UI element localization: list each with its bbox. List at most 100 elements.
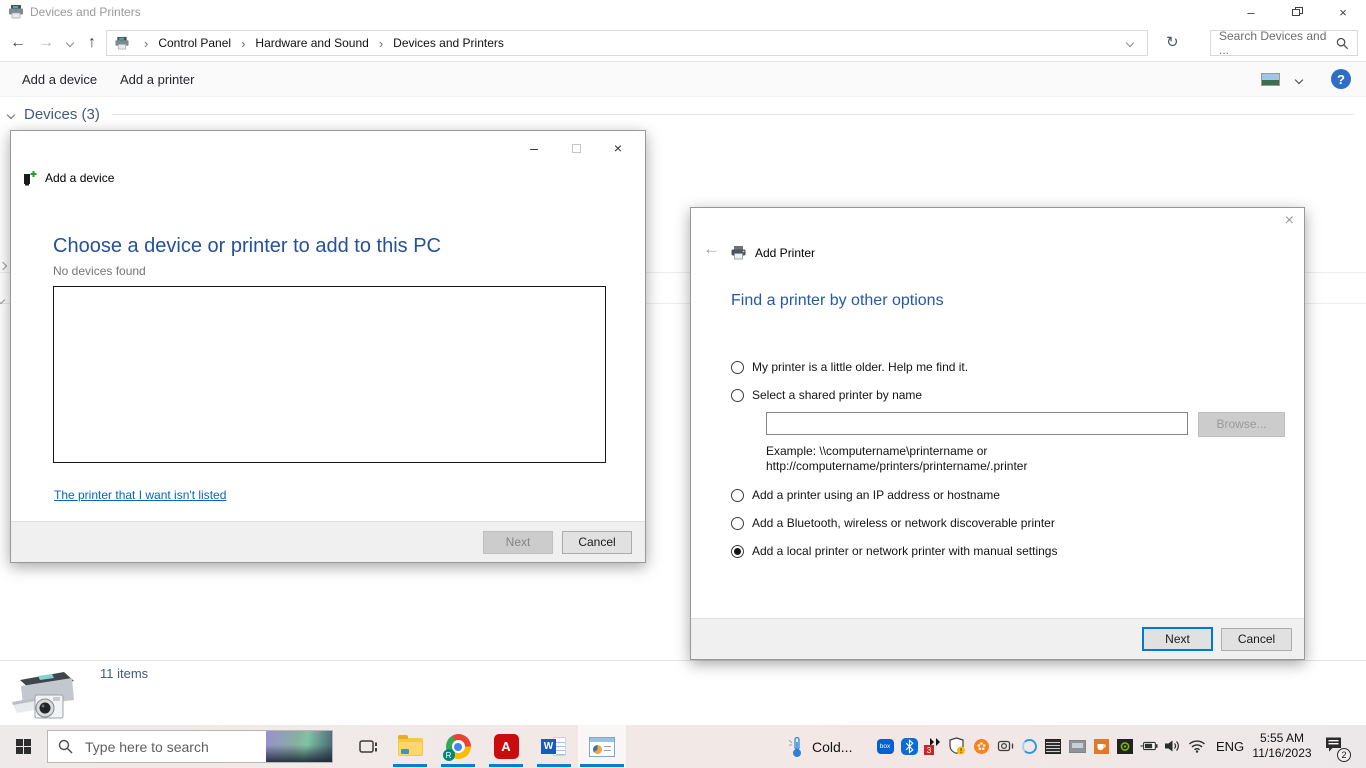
volume-tray-icon[interactable] xyxy=(1164,737,1182,755)
up-button[interactable]: ↑ xyxy=(80,31,104,55)
chrome-profile-badge: R xyxy=(442,749,455,761)
next-button[interactable]: Next xyxy=(1142,627,1213,651)
window-titlebar: Devices and Printers – × xyxy=(0,0,1366,24)
browse-button[interactable]: Browse... xyxy=(1198,412,1285,437)
close-icon: × xyxy=(1284,212,1294,229)
dialog-close-button[interactable]: × xyxy=(597,137,639,159)
radio-label: My printer is a little older. Help me fi… xyxy=(752,360,969,374)
taskbar-clock[interactable]: 5:55 AM 11/16/2023 xyxy=(1246,731,1318,761)
option-older-printer[interactable]: My printer is a little older. Help me fi… xyxy=(731,360,968,374)
option-bluetooth-wireless[interactable]: Add a Bluetooth, wireless or network dis… xyxy=(731,516,1055,530)
window-restore-button[interactable] xyxy=(1274,0,1320,24)
breadcrumb[interactable]: › Control Panel › Hardware and Sound › D… xyxy=(106,30,1148,56)
display-tray-icon[interactable] xyxy=(1068,737,1086,755)
shared-printer-name-input[interactable] xyxy=(766,412,1188,435)
search-icon xyxy=(1337,37,1349,49)
minimize-icon: – xyxy=(1247,4,1255,20)
clock-time: 5:55 AM xyxy=(1259,731,1305,745)
back-icon: ← xyxy=(10,34,26,51)
sync-swirl-tray-icon[interactable] xyxy=(1020,737,1038,755)
printer-icon xyxy=(731,246,746,260)
printer-not-listed-link[interactable]: The printer that I want isn't listed xyxy=(54,488,226,502)
search-placeholder: Search Devices and ... xyxy=(1219,29,1327,57)
radio-label: Add a local printer or network printer w… xyxy=(752,544,1058,558)
camera-app-tray-icon[interactable] xyxy=(996,737,1014,755)
taskbar-search-input[interactable]: Type here to search xyxy=(47,730,333,763)
refresh-button[interactable]: ↻ xyxy=(1166,33,1179,51)
taskbar-weather-widget[interactable]: Cold... xyxy=(788,725,852,768)
back-button[interactable]: ← xyxy=(703,239,720,259)
breadcrumb-item-control-panel[interactable]: Control Panel xyxy=(156,31,233,55)
radio-label: Add a Bluetooth, wireless or network dis… xyxy=(752,516,1055,530)
dialog-close-button[interactable]: × xyxy=(1285,212,1294,230)
bluetooth-tray-icon[interactable] xyxy=(900,737,918,755)
dialog-heading: Find a printer by other options xyxy=(731,292,944,309)
details-pane: 11 items xyxy=(0,660,1366,725)
back-icon: ← xyxy=(703,239,720,258)
view-dropdown-icon[interactable] xyxy=(1294,75,1304,85)
section-divider xyxy=(111,114,1354,115)
weather-thermometer-icon xyxy=(788,736,801,757)
taskbar-devices-and-printers-button[interactable] xyxy=(578,725,626,768)
forward-button[interactable]: → xyxy=(34,31,58,55)
recent-pages-button[interactable] xyxy=(58,31,82,55)
dialog-maximize-button[interactable] xyxy=(555,137,597,159)
language-indicator[interactable]: ENG xyxy=(1216,725,1244,768)
add-a-printer-command[interactable]: Add a printer xyxy=(120,62,194,97)
dialog-minimize-button[interactable]: – xyxy=(513,137,555,159)
forward-icon: → xyxy=(38,34,54,51)
taskbar-file-explorer-button[interactable] xyxy=(386,725,434,768)
dialog-title-row: Add a device xyxy=(22,170,114,186)
radio-icon[interactable] xyxy=(731,488,744,502)
radio-icon[interactable] xyxy=(731,388,744,402)
box-tray-icon[interactable]: box xyxy=(876,737,894,755)
dialog-title-row: Add Printer xyxy=(730,245,815,260)
help-button[interactable]: ? xyxy=(1331,69,1351,89)
back-button[interactable]: ← xyxy=(6,31,30,55)
dialog-footer: Next Cancel xyxy=(11,521,645,562)
start-button[interactable] xyxy=(0,725,46,768)
taskbar-acrobat-button[interactable]: A xyxy=(482,725,530,768)
items-count-label: 11 items xyxy=(100,666,149,681)
devices-section-header[interactable]: Devices (3) xyxy=(6,106,1354,123)
address-dropdown-icon[interactable] xyxy=(1125,38,1135,48)
breadcrumb-item-hardware-and-sound[interactable]: Hardware and Sound xyxy=(253,31,370,55)
view-options-icon[interactable] xyxy=(1261,73,1280,86)
cancel-button[interactable]: Cancel xyxy=(562,531,632,554)
java-tray-icon[interactable] xyxy=(1092,737,1110,755)
address-bar: ← → ↑ › Control Panel › Hardware and Sou… xyxy=(0,24,1366,62)
window-minimize-button[interactable]: – xyxy=(1228,0,1274,24)
add-a-device-command[interactable]: Add a device xyxy=(22,62,97,97)
close-icon: × xyxy=(1339,4,1347,20)
task-view-button[interactable] xyxy=(348,725,388,768)
close-icon: × xyxy=(613,140,623,156)
breadcrumb-separator-icon: › xyxy=(144,35,149,51)
defender-shield-tray-icon[interactable] xyxy=(948,737,966,755)
action-center-button[interactable]: 2 xyxy=(1324,736,1351,762)
radio-icon[interactable] xyxy=(731,360,744,374)
wifi-tray-icon[interactable] xyxy=(1188,737,1206,755)
radio-selected-icon[interactable] xyxy=(731,544,744,558)
option-local-printer-manual[interactable]: Add a local printer or network printer w… xyxy=(731,544,1057,558)
cancel-button[interactable]: Cancel xyxy=(1221,628,1292,651)
refresh-icon: ↻ xyxy=(1166,34,1179,51)
antivirus-tray-icon[interactable] xyxy=(972,737,990,755)
word-icon: W xyxy=(541,734,567,759)
option-shared-printer[interactable]: Select a shared printer by name xyxy=(731,388,922,402)
next-button[interactable]: Next xyxy=(483,531,553,554)
breadcrumb-item-devices-and-printers[interactable]: Devices and Printers xyxy=(391,31,506,55)
option-ip-address[interactable]: Add a printer using an IP address or hos… xyxy=(731,488,1000,502)
terminal-grid-tray-icon[interactable] xyxy=(1044,737,1062,755)
taskbar-chrome-button[interactable]: R xyxy=(434,725,482,768)
battery-tray-icon[interactable] xyxy=(1140,737,1158,755)
taskbar-word-button[interactable]: W xyxy=(530,725,578,768)
update-manager-tray-icon[interactable]: 3 xyxy=(924,737,942,755)
search-highlight-image[interactable] xyxy=(266,731,332,762)
device-list[interactable] xyxy=(53,286,606,463)
window-close-button[interactable]: × xyxy=(1320,0,1366,24)
radio-label: Add a printer using an IP address or hos… xyxy=(752,488,1000,502)
radio-icon[interactable] xyxy=(731,516,744,530)
breadcrumb-separator-icon: › xyxy=(241,35,246,51)
nvidia-tray-icon[interactable] xyxy=(1116,737,1134,755)
search-input[interactable]: Search Devices and ... xyxy=(1210,29,1358,57)
